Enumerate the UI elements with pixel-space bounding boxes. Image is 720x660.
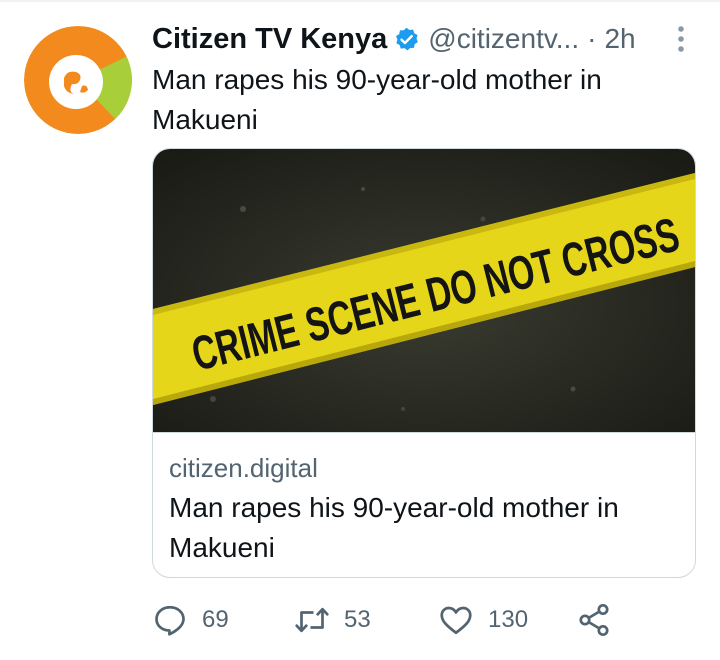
like-count: 130 [488, 606, 529, 633]
link-card[interactable]: CRIME SCENE DO NOT CROSS citizen.digital… [152, 148, 696, 578]
heart-icon [440, 606, 472, 635]
retweet-button[interactable]: 53 [294, 600, 371, 640]
retweet-count: 53 [344, 606, 371, 633]
tweet-actions: 69 53 130 [152, 600, 692, 640]
share-button[interactable] [576, 600, 612, 640]
separator-dot: · [587, 23, 597, 54]
reply-count: 69 [202, 606, 229, 633]
share-icon [579, 603, 609, 637]
author-handle[interactable]: @citizentv... [428, 23, 579, 55]
author-name[interactable]: Citizen TV Kenya [152, 23, 387, 56]
tweet-text: Man rapes his 90-year-old mother in Maku… [152, 64, 602, 135]
top-divider [0, 0, 720, 2]
tweet-header: Citizen TV Kenya @citizentv... · 2h [152, 20, 636, 58]
more-options-icon[interactable] [676, 24, 686, 54]
avatar[interactable] [24, 26, 132, 134]
reply-icon [155, 605, 185, 636]
tweet-timestamp[interactable]: 2h [604, 23, 635, 55]
card-domain: citizen.digital [169, 453, 318, 483]
verified-badge-icon [393, 26, 420, 53]
card-title: Man rapes his 90-year-old mother in Maku… [169, 492, 619, 563]
card-image: CRIME SCENE DO NOT CROSS [153, 149, 695, 433]
retweet-icon [295, 607, 329, 633]
reply-button[interactable]: 69 [152, 600, 229, 640]
like-button[interactable]: 130 [438, 600, 528, 640]
citizen-tv-logo [24, 26, 132, 134]
